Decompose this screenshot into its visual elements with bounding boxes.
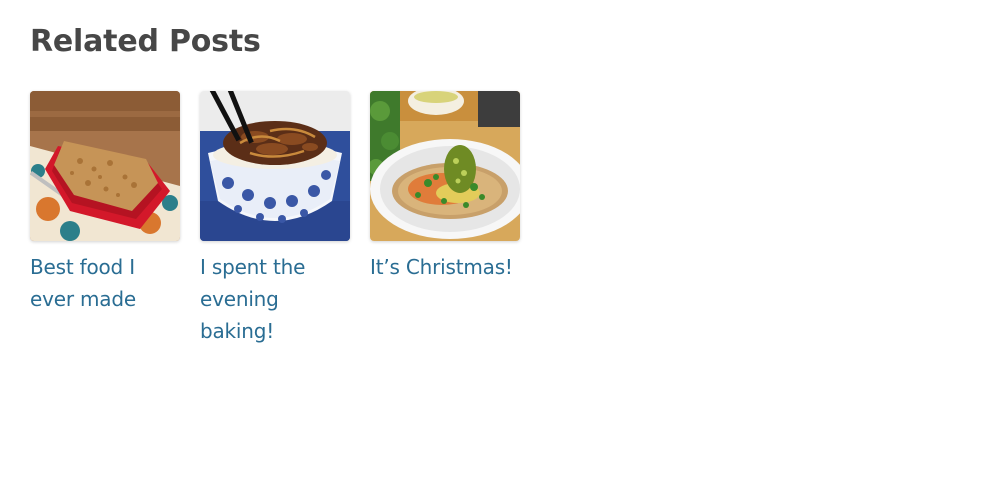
section-heading: Related Posts [30,24,261,59]
post-thumbnail-casserole[interactable] [30,91,180,241]
post-title-link[interactable]: It’s Christmas! [370,251,520,283]
related-post-1[interactable]: Best food I ever made [30,91,180,347]
post-title-link[interactable]: Best food I ever made [30,251,180,315]
related-posts-section: Related Posts Best food I ever made I sp… [30,22,520,343]
post-thumbnail-tostada[interactable] [370,91,520,241]
post-thumbnail-beef-bowl[interactable] [200,91,350,241]
related-posts-list: Best food I ever made I spent the evenin… [30,91,520,347]
post-title-link[interactable]: I spent the evening baking! [200,251,350,347]
related-post-2[interactable]: I spent the evening baking! [200,91,350,347]
related-post-3[interactable]: It’s Christmas! [370,91,520,347]
